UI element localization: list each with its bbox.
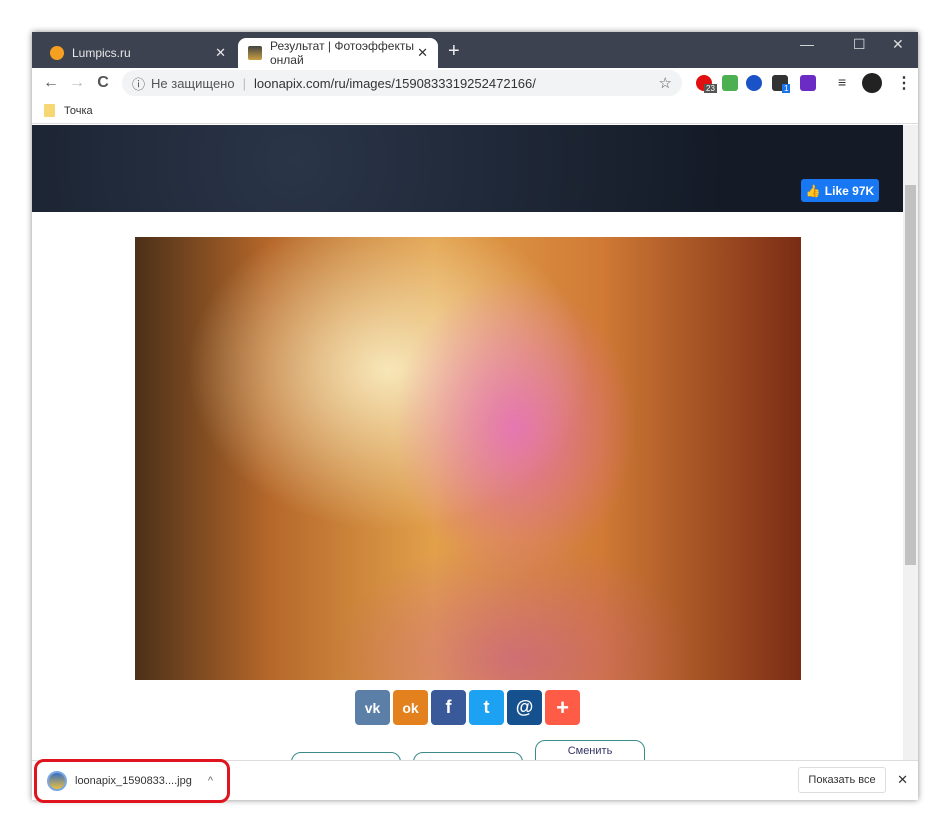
ext-music-icon[interactable] bbox=[722, 75, 738, 91]
ok-share-button[interactable]: ok bbox=[393, 690, 428, 725]
result-photo bbox=[135, 237, 801, 680]
forward-button[interactable]: → bbox=[64, 74, 90, 92]
toolbar: ← → C ⓘ Не защищено | loonapix.com/ru/ima… bbox=[32, 68, 918, 98]
twitter-share-button[interactable]: t bbox=[469, 690, 504, 725]
ext-badge: 1 bbox=[782, 84, 791, 93]
new-tab-button[interactable]: + bbox=[448, 40, 460, 63]
close-tab-icon[interactable]: ✕ bbox=[215, 45, 226, 61]
more-share-button[interactable]: + bbox=[545, 690, 580, 725]
media-control-icon[interactable]: ≡ bbox=[838, 74, 846, 90]
orange-favicon-icon bbox=[50, 46, 64, 60]
bookmark-star-icon[interactable]: ☆ bbox=[659, 74, 672, 92]
image-file-icon bbox=[47, 771, 67, 791]
scrollbar-thumb[interactable] bbox=[905, 185, 916, 565]
vk-share-button[interactable]: vk bbox=[355, 690, 390, 725]
action-button[interactable] bbox=[291, 752, 401, 760]
address-bar[interactable]: ⓘ Не защищено | loonapix.com/ru/images/15… bbox=[122, 70, 682, 96]
facebook-like-button[interactable]: 👍 Like 97K bbox=[801, 179, 879, 202]
download-filename: loonapix_1590833....jpg bbox=[75, 775, 192, 787]
scrollbar[interactable] bbox=[903, 125, 918, 760]
share-buttons: vk ok f t @ + bbox=[355, 690, 580, 725]
bookmarks-bar: Точка bbox=[32, 98, 918, 124]
tab-title: Lumpics.ru bbox=[72, 46, 131, 60]
close-download-bar-icon[interactable]: ✕ bbox=[897, 772, 908, 788]
change-button[interactable]: Сменить bbox=[535, 740, 645, 760]
page-content: 👍 Like 97K vk ok f t @ + Сменить bbox=[32, 125, 903, 760]
ext-badge: 23 bbox=[704, 84, 717, 93]
download-item[interactable]: loonapix_1590833....jpg ^ bbox=[34, 759, 230, 803]
info-icon[interactable]: ⓘ bbox=[132, 74, 145, 93]
security-label: Не защищено bbox=[151, 75, 235, 91]
close-tab-icon[interactable]: ✕ bbox=[417, 45, 428, 61]
reload-button[interactable]: C bbox=[90, 74, 116, 92]
chevron-up-icon[interactable]: ^ bbox=[208, 775, 213, 787]
ext-purple-icon[interactable] bbox=[800, 75, 816, 91]
browser-window: Lumpics.ru ✕ Результат | Фотоэффекты онла… bbox=[32, 32, 918, 803]
photo-favicon-icon bbox=[248, 46, 262, 60]
download-bar: loonapix_1590833....jpg ^ Показать все ✕ bbox=[32, 759, 918, 803]
divider: | bbox=[242, 75, 246, 91]
folder-icon bbox=[44, 104, 55, 117]
tab-bar: Lumpics.ru ✕ Результат | Фотоэффекты онла… bbox=[32, 32, 918, 68]
back-button[interactable]: ← bbox=[38, 74, 64, 92]
site-header bbox=[32, 125, 903, 212]
thumbs-up-icon: 👍 bbox=[805, 183, 821, 198]
tab-title: Результат | Фотоэффекты онлай bbox=[270, 39, 414, 67]
menu-button[interactable]: ⋮ bbox=[896, 73, 912, 93]
show-all-button[interactable]: Показать все bbox=[798, 767, 886, 793]
avatar[interactable] bbox=[862, 73, 882, 93]
bookmark-tochka[interactable]: Точка bbox=[64, 105, 93, 117]
mail-share-button[interactable]: @ bbox=[507, 690, 542, 725]
close-window-button[interactable]: ✕ bbox=[892, 36, 904, 53]
action-button[interactable] bbox=[413, 752, 523, 760]
minimize-button[interactable]: — bbox=[800, 36, 814, 52]
ext-globe-icon[interactable] bbox=[746, 75, 762, 91]
facebook-share-button[interactable]: f bbox=[431, 690, 466, 725]
tab-lumpics[interactable]: Lumpics.ru ✕ bbox=[40, 38, 236, 68]
maximize-button[interactable]: ☐ bbox=[853, 36, 866, 53]
tab-result[interactable]: Результат | Фотоэффекты онлай ✕ bbox=[238, 38, 438, 68]
like-label: Like 97K bbox=[824, 183, 875, 198]
url-text[interactable]: loonapix.com/ru/images/15908333192524721… bbox=[254, 76, 536, 91]
